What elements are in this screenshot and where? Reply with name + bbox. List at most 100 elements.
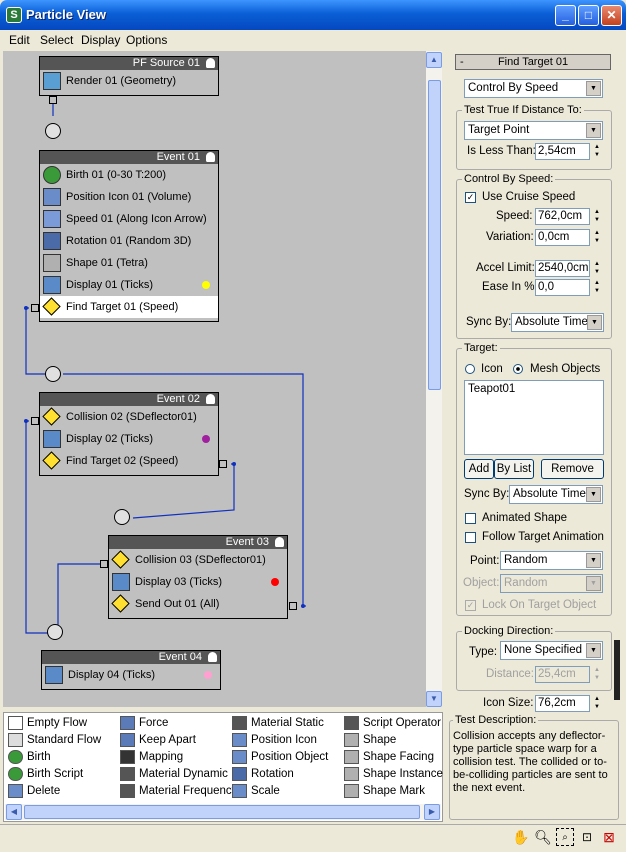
- operator-display[interactable]: Display 01 (Ticks): [40, 274, 218, 296]
- operator-speed[interactable]: Speed 01 (Along Icon Arrow): [40, 208, 218, 230]
- test-output-port[interactable]: [289, 602, 297, 610]
- event02-input[interactable]: [45, 366, 61, 382]
- test-output-port[interactable]: [31, 304, 39, 312]
- vscroll-thumb[interactable]: [428, 80, 441, 390]
- accel-limit-spinner[interactable]: 2540,0cm: [535, 260, 590, 277]
- operator-birth[interactable]: Birth 01 (0-30 T:200): [40, 164, 218, 186]
- remove-button[interactable]: Remove: [541, 459, 604, 479]
- depot-item[interactable]: Birth: [8, 749, 51, 766]
- depot-item[interactable]: Position Icon: [232, 732, 317, 749]
- depot-item[interactable]: Birth Script: [8, 766, 83, 783]
- zoom-extents-icon[interactable]: ⊡: [578, 828, 596, 846]
- scroll-right-icon[interactable]: ▶: [424, 804, 440, 820]
- test-target-dropdown[interactable]: Target Point ▼: [464, 121, 603, 140]
- no-zoom-icon[interactable]: ⊠: [600, 828, 618, 846]
- operator-send-out[interactable]: Send Out 01 (All): [109, 593, 287, 615]
- depot-item[interactable]: Shape Mark: [344, 783, 425, 800]
- operator-find-target[interactable]: Find Target 01 (Speed): [40, 296, 218, 318]
- icon-size-spinner[interactable]: 76,2cm: [535, 695, 590, 712]
- depot-item[interactable]: Material Dynamic: [120, 766, 228, 783]
- operator-position-icon[interactable]: Position Icon 01 (Volume): [40, 186, 218, 208]
- operator-display[interactable]: Display 02 (Ticks): [40, 428, 218, 450]
- depot-item[interactable]: Rotation: [232, 766, 294, 783]
- operator-collision[interactable]: Collision 03 (SDeflector01): [109, 549, 287, 571]
- depot-item[interactable]: Shape: [344, 732, 396, 749]
- spinner-arrows-icon[interactable]: ▲ ▼: [592, 208, 602, 225]
- minimize-button[interactable]: _: [555, 5, 576, 26]
- particle-diagram-canvas[interactable]: PF Source 01 Render 01 (Geometry) Event …: [3, 51, 426, 707]
- mesh-objects-radio[interactable]: [513, 364, 523, 374]
- add-button[interactable]: Add: [464, 459, 494, 479]
- operator-shape[interactable]: Shape 01 (Tetra): [40, 252, 218, 274]
- menu-edit[interactable]: Edit: [9, 33, 30, 47]
- icon-radio[interactable]: [465, 364, 475, 374]
- scroll-left-icon[interactable]: ◀: [6, 804, 22, 820]
- depot-item[interactable]: Mapping: [120, 749, 183, 766]
- bulb-icon[interactable]: [206, 58, 215, 68]
- depot-item[interactable]: Standard Flow: [8, 732, 101, 749]
- depot-item[interactable]: Empty Flow: [8, 715, 87, 732]
- depot-item[interactable]: Script Operator: [344, 715, 441, 732]
- target-list[interactable]: Teapot01: [464, 380, 604, 455]
- target-sync-by-dropdown[interactable]: Absolute Time ▼: [509, 485, 603, 504]
- zoom-icon[interactable]: 🔍︎: [534, 828, 552, 846]
- spinner-arrows-icon[interactable]: ▲ ▼: [592, 229, 602, 246]
- depot-item[interactable]: Scale: [232, 783, 280, 800]
- depot-item[interactable]: Force: [120, 715, 168, 732]
- sync-by-dropdown[interactable]: Absolute Time ▼: [511, 313, 604, 332]
- event04-input[interactable]: [47, 624, 63, 640]
- event04[interactable]: Event 04 Display 04 (Ticks): [41, 650, 221, 690]
- depot-item[interactable]: Shape Facing: [344, 749, 434, 766]
- depot-item[interactable]: Position Object: [232, 749, 328, 766]
- test-output-port[interactable]: [31, 417, 39, 425]
- operator-collision[interactable]: Collision 02 (SDeflector01): [40, 406, 218, 428]
- mode-dropdown[interactable]: Control By Speed ▼: [464, 79, 603, 98]
- speed-spinner[interactable]: 762,0cm: [535, 208, 590, 225]
- zoom-region-icon[interactable]: ⌕: [556, 828, 574, 846]
- bulb-icon[interactable]: [275, 537, 284, 547]
- operator-rotation[interactable]: Rotation 01 (Random 3D): [40, 230, 218, 252]
- scroll-down-icon[interactable]: ▼: [426, 691, 442, 707]
- variation-spinner[interactable]: 0,0cm: [535, 229, 590, 246]
- hscroll-thumb[interactable]: [24, 805, 420, 819]
- close-button[interactable]: ✕: [601, 5, 622, 26]
- bulb-icon[interactable]: [206, 152, 215, 162]
- operator-find-target[interactable]: Find Target 02 (Speed): [40, 450, 218, 472]
- by-list-button[interactable]: By List: [494, 459, 534, 479]
- use-cruise-checkbox[interactable]: ✓: [465, 192, 476, 203]
- spinner-arrows-icon[interactable]: ▲ ▼: [592, 260, 602, 277]
- test-output-port[interactable]: [100, 560, 108, 568]
- event03-input[interactable]: [114, 509, 130, 525]
- depot-item[interactable]: Delete: [8, 783, 60, 800]
- point-dropdown[interactable]: Random ▼: [500, 551, 603, 570]
- panel-scrollbar[interactable]: [614, 640, 620, 700]
- ease-in-spinner[interactable]: 0,0: [535, 279, 590, 296]
- docking-type-dropdown[interactable]: None Specified ▼: [500, 641, 603, 660]
- pf-source-event[interactable]: PF Source 01 Render 01 (Geometry): [39, 56, 219, 96]
- event01[interactable]: Event 01 Birth 01 (0-30 T:200) Position …: [39, 150, 219, 322]
- bulb-icon[interactable]: [208, 652, 217, 662]
- event03[interactable]: Event 03 Collision 03 (SDeflector01) Dis…: [108, 535, 288, 619]
- menu-display[interactable]: Display: [81, 33, 120, 47]
- spinner-arrows-icon[interactable]: ▲ ▼: [592, 143, 602, 160]
- event01-input[interactable]: [45, 123, 61, 139]
- follow-animation-checkbox[interactable]: [465, 532, 476, 543]
- depot-item[interactable]: Material Static: [232, 715, 324, 732]
- bulb-icon[interactable]: [206, 394, 215, 404]
- list-item[interactable]: Teapot01: [465, 381, 603, 397]
- menu-select[interactable]: Select: [40, 33, 73, 47]
- maximize-button[interactable]: □: [578, 5, 599, 26]
- test-output-port[interactable]: [219, 460, 227, 468]
- spinner-arrows-icon[interactable]: ▲ ▼: [592, 695, 602, 712]
- animated-shape-checkbox[interactable]: [465, 513, 476, 524]
- operator-display[interactable]: Display 03 (Ticks): [109, 571, 287, 593]
- operator-render[interactable]: Render 01 (Geometry): [40, 70, 218, 92]
- depot-item[interactable]: Material Frequency: [120, 783, 237, 800]
- rollout-header[interactable]: - Find Target 01: [455, 54, 611, 70]
- spinner-arrows-icon[interactable]: ▲ ▼: [592, 279, 602, 296]
- pan-icon[interactable]: ✋: [512, 828, 530, 846]
- depot-item[interactable]: Keep Apart: [120, 732, 196, 749]
- event02[interactable]: Event 02 Collision 02 (SDeflector01) Dis…: [39, 392, 219, 476]
- operator-display[interactable]: Display 04 (Ticks): [42, 664, 220, 686]
- scroll-up-icon[interactable]: ▲: [426, 52, 442, 68]
